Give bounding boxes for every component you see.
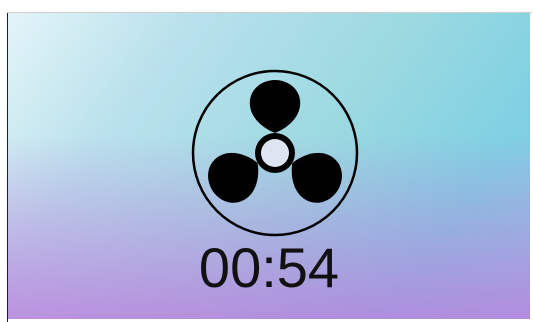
- fan-button[interactable]: [190, 68, 360, 238]
- fan-icon: [191, 69, 359, 237]
- app-screen: 00:54: [8, 13, 530, 319]
- timer-display: 00:54: [198, 236, 340, 299]
